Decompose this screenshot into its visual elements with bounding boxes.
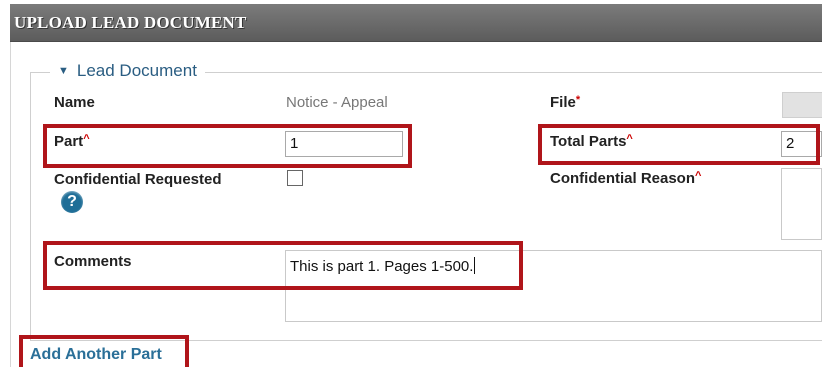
file-label: File* xyxy=(550,94,581,111)
name-value: Notice - Appeal xyxy=(286,94,388,111)
section-toggle-lead-document[interactable]: ▼ Lead Document xyxy=(50,60,205,82)
page-title: UPLOAD LEAD DOCUMENT xyxy=(14,13,247,32)
highlight-box-total-parts xyxy=(538,124,820,165)
highlight-box-part xyxy=(43,124,412,168)
confidential-requested-label: Confidential Requested xyxy=(54,171,222,188)
required-marker: ^ xyxy=(695,170,702,182)
file-browse-button[interactable] xyxy=(782,92,822,118)
confidential-reason-textarea[interactable] xyxy=(781,168,822,240)
confidential-requested-checkbox[interactable] xyxy=(287,170,303,186)
caret-down-icon: ▼ xyxy=(58,65,69,77)
confidential-reason-label: Confidential Reason^ xyxy=(550,170,702,187)
section-legend-label: Lead Document xyxy=(76,61,197,80)
page-header: UPLOAD LEAD DOCUMENT xyxy=(10,4,822,42)
help-icon[interactable]: ? xyxy=(61,191,83,213)
required-marker: * xyxy=(575,94,581,106)
highlight-box-comments xyxy=(43,241,523,290)
highlight-box-add-part xyxy=(19,335,189,367)
name-label: Name xyxy=(54,94,95,111)
